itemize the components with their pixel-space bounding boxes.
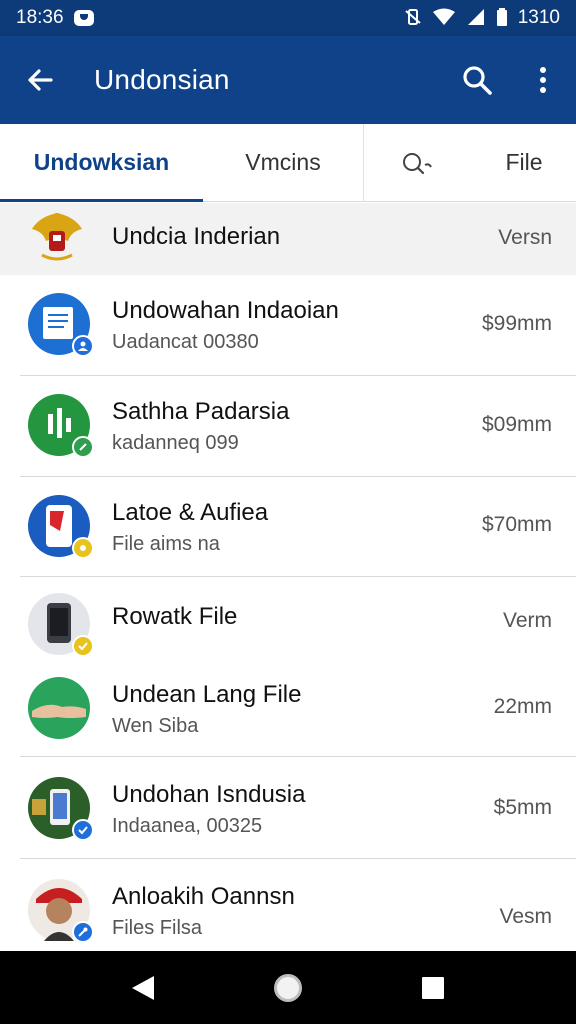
list-item[interactable]: Rowatk File Verm [0, 577, 576, 665]
list-header-meta: Versn [498, 226, 552, 249]
item-meta: 22mm [493, 695, 552, 718]
list-header-title: Undcia Inderian [112, 223, 281, 250]
search-icon [463, 66, 492, 95]
square-recents-icon [422, 976, 445, 999]
tab-bar: Undowksian Vmcins File [0, 124, 576, 202]
list-header-row[interactable]: Undcia Inderian Versn [0, 203, 576, 275]
item-meta: Vesm [499, 905, 552, 928]
item-title: Undohan Isndusia [112, 781, 306, 808]
person-badge-icon [72, 335, 94, 357]
check-badge-icon [72, 819, 94, 841]
edit-badge-icon [72, 436, 94, 458]
system-nav-bar [0, 951, 576, 1024]
back-button[interactable] [0, 36, 80, 124]
item-title: Sathha Padarsia [112, 398, 290, 425]
item-subtitle: Uadancat 00380 [112, 331, 259, 353]
notification-icon [73, 10, 94, 26]
avatar [28, 879, 94, 943]
list-item[interactable]: Undowahan Indaoian Uadancat 00380 $99mm [0, 275, 576, 376]
more-options-button[interactable] [510, 36, 576, 124]
handshake-image-icon [28, 677, 90, 739]
nav-home-button[interactable] [258, 958, 318, 1018]
arrow-left-icon [28, 69, 53, 91]
tab-search[interactable] [364, 124, 472, 201]
item-title: Undean Lang File [112, 681, 302, 708]
item-subtitle: Wen Siba [112, 715, 199, 737]
list-item[interactable]: Undean Lang File Wen Siba 22mm [0, 665, 576, 757]
signal-icon [466, 8, 486, 29]
chart-app-icon [28, 394, 94, 458]
item-subtitle: kadanneq 099 [112, 432, 239, 454]
vibrate-icon [404, 8, 422, 29]
tab-vmcins[interactable]: Vmcins [203, 124, 364, 201]
app-bar: Undonsian [0, 36, 576, 124]
list-item[interactable]: Undohan Isndusia Indaanea, 00325 $5mm [0, 757, 576, 859]
nav-recents-button[interactable] [403, 958, 463, 1018]
phone-app-icon [28, 495, 94, 559]
battery-icon [496, 7, 508, 29]
triangle-back-icon [131, 975, 154, 1000]
more-vert-icon [540, 67, 546, 93]
item-meta: $5mm [493, 796, 552, 819]
status-text: 1310 [517, 7, 560, 28]
tab-file[interactable]: File [472, 124, 576, 201]
document-app-icon [28, 293, 94, 357]
status-bar: 18:36 1310 [0, 0, 576, 36]
item-meta: $09mm [481, 413, 552, 436]
item-title: Latoe & Aufiea [112, 499, 269, 526]
item-title: Rowatk File [112, 603, 238, 630]
wrench-badge-icon [72, 921, 94, 943]
page-title: Undonsian [94, 64, 230, 95]
item-title: Anloakih Oannsn [112, 883, 295, 910]
status-badge-icon [72, 537, 94, 559]
item-meta: $70mm [481, 513, 552, 536]
search-chat-icon [403, 152, 432, 174]
list-item[interactable]: Latoe & Aufiea File aims na $70mm [0, 477, 576, 577]
list-item[interactable]: Anloakih Oannsn Files Filsa Vesm [0, 859, 576, 951]
nav-back-button[interactable] [113, 958, 173, 1018]
search-button[interactable] [444, 36, 510, 124]
tab-undowksian[interactable]: Undowksian [0, 124, 203, 202]
device-app-icon [28, 593, 94, 657]
wifi-icon [432, 8, 456, 29]
item-meta: $99mm [481, 312, 552, 335]
circle-home-icon [273, 973, 302, 1002]
item-subtitle: Files Filsa [112, 917, 203, 939]
status-time: 18:36 [16, 7, 64, 28]
list-item[interactable]: Sathha Padarsia kadanneq 099 $09mm [0, 376, 576, 477]
item-subtitle: File aims na [112, 533, 220, 555]
item-meta: Verm [502, 609, 552, 632]
item-title: Undowahan Indaoian [112, 297, 339, 324]
emblem-icon [28, 207, 86, 265]
item-subtitle: Indaanea, 00325 [112, 815, 263, 837]
phone-photo-icon [28, 777, 94, 841]
check-badge-icon [72, 635, 94, 657]
